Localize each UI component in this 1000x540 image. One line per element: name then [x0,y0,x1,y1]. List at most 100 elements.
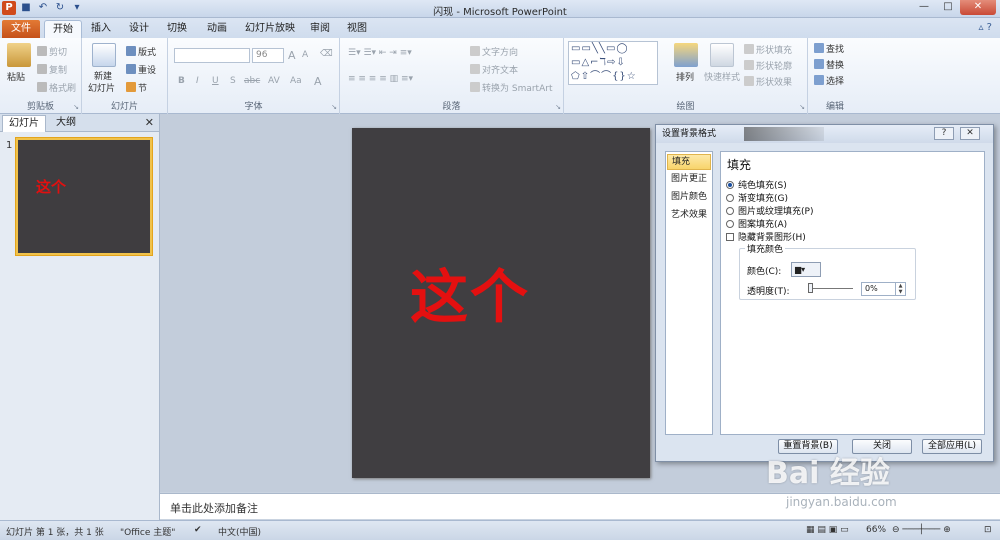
replace-button[interactable]: 替换 [814,58,844,71]
transparency-slider[interactable] [809,288,853,289]
shape-effects-button[interactable]: 形状效果 [744,75,792,88]
clear-format-icon[interactable]: ⌫ [320,49,333,59]
apply-all-button[interactable]: 全部应用(L) [922,439,982,454]
font-size-combo[interactable]: 96 [252,48,284,63]
tab-design[interactable]: 设计 [122,20,156,38]
spin-arrows-icon[interactable]: ▲ ▼ [895,283,905,295]
nav-picture-color[interactable]: 图片颜色 [667,190,711,206]
help-icon[interactable]: ▵ ? [978,22,992,33]
tab-home[interactable]: 开始 [44,20,82,38]
ribbon: 粘贴 剪切 复制 格式刷 剪贴板 ↘ 新建 幻灯片 版式 重设 节 幻灯片 96… [0,38,1000,114]
editing-group: 查找 替换 选择 编辑 [808,38,862,114]
close-pane-icon[interactable]: ✕ [145,116,154,129]
underline-button[interactable]: U [212,76,219,86]
layout-button[interactable]: 版式 [126,45,156,58]
language[interactable]: 中文(中国) [218,525,261,538]
zoom-slider[interactable]: ⊖ ───┼─── ⊕ [892,525,951,535]
italic-button[interactable]: I [196,76,199,86]
font-name-combo[interactable] [174,48,250,63]
align-icons[interactable]: ≡ ≡ ≡ ≡ ▥ ≡▾ [348,74,413,84]
quick-styles-icon[interactable] [710,43,734,67]
tab-outline-pane[interactable]: 大纲 [50,115,82,132]
tab-transitions[interactable]: 切换 [160,20,194,38]
select-button[interactable]: 选择 [814,74,844,87]
shape-outline-button[interactable]: 形状轮廓 [744,59,792,72]
tab-file[interactable]: 文件 [2,20,40,38]
tab-review[interactable]: 审阅 [303,20,337,38]
dialog-nav: 填充 图片更正 图片颜色 艺术效果 [665,151,713,435]
paragraph-group-label: 段落 [442,102,461,112]
maximize-icon[interactable]: □ [936,0,960,15]
dialog-title: 设置背景格式 [662,129,717,139]
char-spacing-button[interactable]: AV [268,76,280,86]
text-direction-button[interactable]: 文字方向 [470,45,518,58]
smartart-button[interactable]: 转换为 SmartArt [470,81,552,94]
arrange-icon[interactable] [674,43,698,67]
cut-button[interactable]: 剪切 [37,45,67,58]
replace-icon [814,59,824,69]
smartart-label: 转换为 SmartArt [482,84,553,94]
shadow-button[interactable]: S [230,76,236,86]
slide-thumbnail[interactable]: 这个 [16,138,152,255]
drawing-launcher-icon[interactable]: ↘ [799,103,805,111]
zoom-level[interactable]: 66% [866,525,886,535]
reset-button[interactable]: 重设 [126,63,156,76]
tab-insert[interactable]: 插入 [84,20,118,38]
find-button[interactable]: 查找 [814,42,844,55]
bold-button[interactable]: B [178,76,185,86]
section-button[interactable]: 节 [126,81,147,94]
picture-fill-radio[interactable]: 图片或纹理填充(P) [726,204,813,217]
nav-fill[interactable]: 填充 [667,154,711,170]
transparency-input[interactable]: 0% ▲ ▼ [861,282,906,296]
change-case-button[interactable]: Aa [290,76,302,86]
strikethrough-button[interactable]: abc [244,76,260,86]
paste-button[interactable]: 粘贴 [7,70,25,83]
shrink-font-button[interactable]: A [302,50,308,60]
transparency-label: 透明度(T): [747,287,790,297]
solid-fill-radio[interactable]: 纯色填充(S) [726,178,787,191]
theme-name[interactable]: "Office 主题" [120,525,175,538]
fit-window-icon[interactable]: ⊡ [984,525,992,535]
dialog-help-icon[interactable]: ? [934,127,954,140]
color-picker-button[interactable]: ▆▾ [791,262,821,277]
tab-slideshow[interactable]: 幻灯片放映 [240,20,300,38]
font-color-icon[interactable]: A [314,75,322,88]
outline-icon [744,60,754,70]
shapes-gallery[interactable]: ▭▭╲╲▭◯ ▭△⌐ℸ⇨⇩ ⬠⇧⌒⌒{}☆ [568,41,658,85]
nav-artistic-effects[interactable]: 艺术效果 [667,208,711,224]
bullets-icon[interactable]: ☰▾ ☰▾ ⇤ ⇥ ≡▾ [348,48,412,58]
effects-icon [744,76,754,86]
minimize-icon[interactable]: — [912,0,936,15]
grow-font-button[interactable]: A [288,49,296,62]
paragraph-launcher-icon[interactable]: ↘ [555,103,561,111]
dialog-close-icon[interactable]: ✕ [960,127,980,140]
slides-group: 新建 幻灯片 版式 重设 节 幻灯片 [82,38,168,114]
shape-fill-button[interactable]: 形状填充 [744,43,792,56]
slide-text[interactable]: 这个 [410,250,530,334]
align-text-icon [470,64,480,74]
copy-button[interactable]: 复制 [37,63,67,76]
spellcheck-icon[interactable]: ✔ [194,525,202,535]
new-slide-icon[interactable] [92,43,116,67]
slider-thumb[interactable] [808,283,813,293]
paste-icon[interactable] [7,43,31,67]
shape-fill-label: 形状填充 [756,46,793,56]
format-painter-button[interactable]: 格式刷 [37,81,76,94]
new-slide-label-2[interactable]: 幻灯片 [88,81,115,94]
font-launcher-icon[interactable]: ↘ [331,103,337,111]
gradient-fill-radio[interactable]: 渐变填充(G) [726,191,788,204]
tab-slides-pane[interactable]: 幻灯片 [2,115,46,132]
font-group-label: 字体 [244,102,263,112]
pattern-fill-radio[interactable]: 图案填充(A) [726,217,787,230]
arrange-button[interactable]: 排列 [676,70,694,83]
close-window-icon[interactable]: ✕ [960,0,996,15]
quick-styles-button[interactable]: 快速样式 [704,70,740,83]
nav-picture-corrections[interactable]: 图片更正 [667,172,711,188]
tab-view[interactable]: 视图 [340,20,374,38]
align-text-button[interactable]: 对齐文本 [470,63,518,76]
view-buttons-icon[interactable]: ▦ ▤ ▣ ▭ [806,525,849,535]
tab-animations[interactable]: 动画 [198,20,236,38]
format-painter-label: 格式刷 [49,84,77,94]
transparency-value: 0% [865,284,878,293]
dialog-launcher-icon[interactable]: ↘ [73,103,79,111]
